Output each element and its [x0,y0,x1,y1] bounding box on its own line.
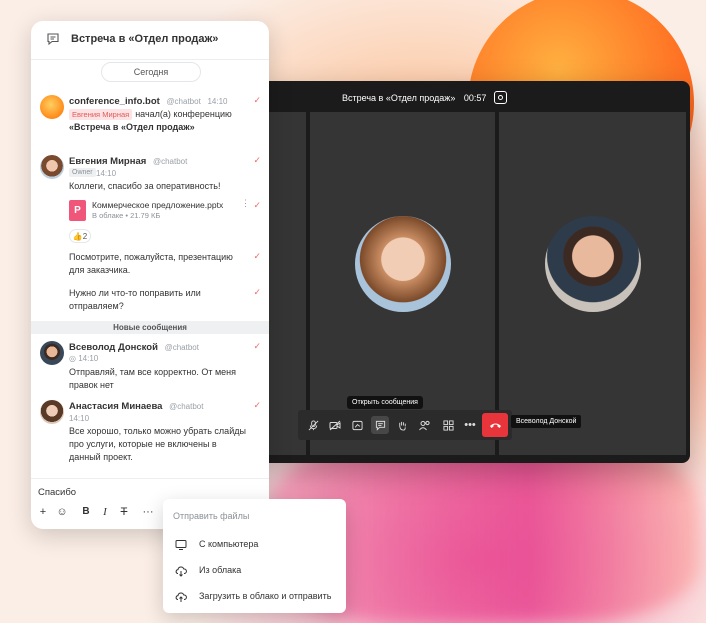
hangup-icon [489,423,501,428]
menu-title: Отправить файлы [173,511,250,521]
message-text-part: начал(а) конференцию [135,109,232,119]
menu-item-upload-and-send[interactable]: Загрузить в облако и отправить [163,588,346,610]
message-author[interactable]: Евгения Мирная [69,156,146,167]
strikethrough-button[interactable]: T [117,506,131,518]
read-check-icon: ✓ [253,400,261,410]
call-duration: 00:57 [463,92,487,103]
chat-header: Встреча в «Отдел продаж» [31,21,269,60]
message-handle: @chatbot [164,343,199,352]
more-horizontal-icon[interactable]: ··· [141,506,155,518]
message-text: Коллеги, спасибо за оперативность! [69,181,221,191]
file-name[interactable]: Коммерческое предложение.pptx [92,200,223,210]
role-badge: Owner [69,168,96,177]
message-time: 14:10 [78,354,99,363]
message-text: Отправляй, там все корректно. От меня пр… [69,367,236,390]
end-call-button[interactable] [482,413,508,437]
message-author[interactable]: Всеволод Донской [69,342,158,353]
message-text: Посмотрите, пожалуйста, презентацию для … [69,252,233,275]
emoji-icon[interactable]: ☺ [55,506,69,518]
message-input[interactable]: Спасибо [38,487,76,498]
bold-button[interactable]: B [79,506,93,517]
avatar [40,341,64,365]
screen-share-icon[interactable] [349,417,365,433]
active-speaker-label: Всеволод Донской [511,415,582,428]
message-header: Анастасия Минаева @chatbot [69,401,203,412]
message-handle: @chatbot [166,97,201,106]
message-time: 14:10 [69,414,90,423]
video-call-window: Встреча в «Отдел продаж» 00:57 [260,81,690,463]
read-check-icon: ✓ [253,287,261,297]
seen-icon: ◎ [69,354,76,363]
message-text: Евгения Мирная начал(а) конференцию «Встр… [69,108,247,134]
chat-title: Встреча в «Отдел продаж» [71,33,219,45]
monitor-icon [175,540,187,550]
avatar [40,155,64,179]
read-check-icon: ✓ [253,95,261,105]
call-title: Встреча в «Отдел продаж» [342,92,456,103]
message-handle: @chatbot [169,402,204,411]
participant-avatar [355,216,451,312]
read-check-icon: ✓ [253,200,261,210]
chat-bubble-icon [47,33,59,46]
plus-icon[interactable]: + [36,506,50,518]
menu-item-from-computer[interactable]: С компьютера [163,536,346,558]
message-text: Нужно ли что-то поправить или отправляем… [69,288,201,311]
menu-item-label: С компьютера [199,539,259,549]
file-size: • 21.79 КБ [125,211,161,220]
read-check-icon: ✓ [253,341,261,351]
attach-files-menu: Отправить файлы С компьютера Из облака З… [163,499,346,613]
new-messages-divider: Новые сообщения [31,321,269,334]
menu-item-from-cloud[interactable]: Из облака [163,562,346,584]
file-location: В облаке [92,211,124,220]
grid-icon[interactable] [440,417,456,433]
message-author[interactable]: conference_info.bot [69,96,160,107]
message-handle: @chatbot [152,157,188,166]
reaction-badge[interactable]: 👍2 [69,229,91,243]
participants-icon[interactable] [417,417,433,433]
microphone-icon[interactable] [305,417,321,433]
message-header: conference_info.bot @chatbot 14:10 [69,96,227,107]
tooltip: Открыть сообщения [347,396,423,409]
message-time: 14:10 [96,169,117,178]
pptx-file-icon: P [69,200,86,221]
participant-avatar [545,216,641,312]
message-header: Всеволод Донской @chatbot [69,342,199,353]
message-header: Евгения Мирная @chatbot [69,156,187,167]
raise-hand-icon[interactable] [394,417,410,433]
camera-off-icon[interactable] [327,417,343,433]
read-check-icon: ✓ [253,251,261,261]
call-title-bar: Встреча в «Отдел продаж» 00:57 [342,91,507,105]
call-toolbar: ••• [298,410,512,440]
italic-button[interactable]: I [98,506,112,518]
more-icon[interactable]: ••• [462,417,478,433]
chat-panel: Встреча в «Отдел продаж» Сегодня confere… [31,21,269,529]
user-mention[interactable]: Евгения Мирная [69,109,133,120]
message-text-bold: «Встреча в «Отдел продаж» [69,122,195,132]
message-author[interactable]: Анастасия Минаева [69,401,162,412]
cloud-download-icon [175,566,187,577]
video-tile [499,112,686,455]
menu-item-label: Загрузить в облако и отправить [199,591,332,601]
message-meta: ◎ 14:10 [69,354,98,363]
more-vertical-icon[interactable]: ⋮ [241,198,250,209]
message-text: Все хорошо, только можно убрать слайды п… [69,426,246,462]
file-meta: В облаке • 21.79 КБ [92,211,160,220]
avatar [40,400,64,424]
file-attachment[interactable]: P Коммерческое предложение.pptx В облаке… [69,198,250,226]
record-icon[interactable] [493,91,507,104]
cloud-upload-icon [175,592,187,602]
message-time: 14:10 [207,97,228,106]
read-check-icon: ✓ [253,155,261,165]
bot-avatar [40,95,64,119]
menu-item-label: Из облака [199,565,242,575]
chat-icon[interactable] [371,416,389,434]
date-divider: Сегодня [101,62,201,82]
